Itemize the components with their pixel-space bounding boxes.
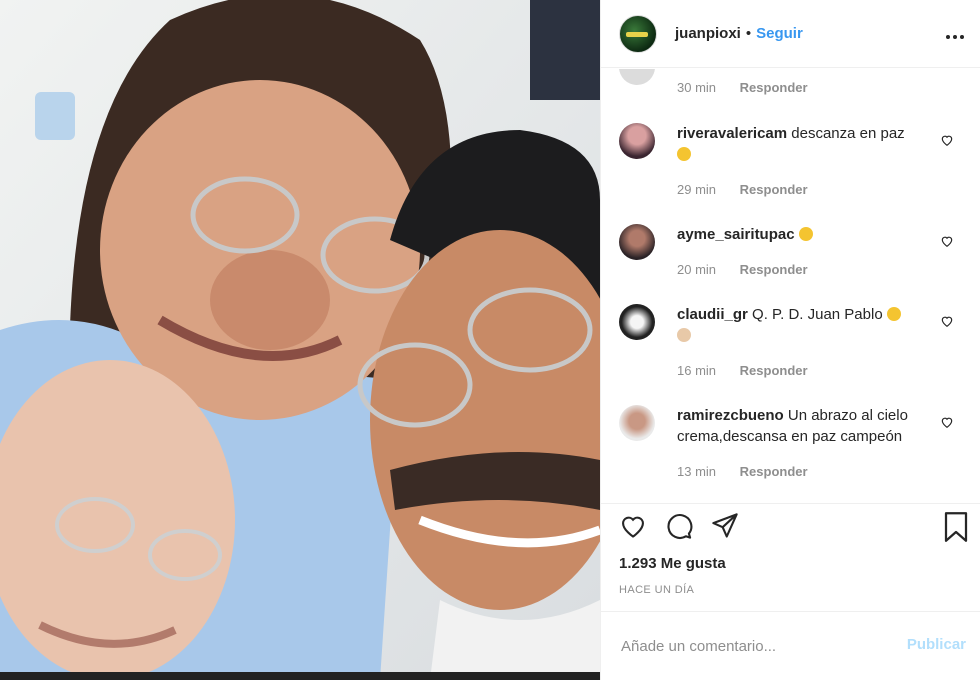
praying-person-icon (677, 328, 691, 342)
like-comment-icon[interactable] (940, 234, 954, 248)
bookmark-icon[interactable] (943, 512, 969, 542)
comment-icon[interactable] (665, 512, 693, 540)
comment-meta: 13 min Responder (677, 461, 922, 482)
reply-button[interactable]: Responder (740, 363, 808, 378)
like-comment-icon[interactable] (940, 314, 954, 328)
comment-time: 29 min (677, 182, 717, 197)
comment-meta: 16 min Responder (677, 360, 922, 381)
author-avatar[interactable] (619, 14, 657, 53)
post-side-panel: juanpioxi • Seguir 30 min Responder rive… (600, 0, 980, 680)
comment-meta: 29 min Responder (677, 179, 922, 200)
comment-time: 30 min (677, 80, 717, 95)
commenter-avatar[interactable] (619, 304, 655, 340)
like-comment-icon[interactable] (940, 415, 954, 429)
heart-icon[interactable] (619, 512, 647, 540)
comment-text: descanza en paz (791, 125, 905, 142)
publish-button[interactable]: Publicar (907, 636, 966, 653)
comment-time: 13 min (677, 464, 717, 479)
commenter-avatar[interactable] (619, 123, 655, 159)
post-photo[interactable] (0, 0, 600, 680)
comment-username[interactable]: riveravalericam (677, 125, 787, 142)
comment-meta: 30 min Responder (677, 77, 922, 98)
comment-meta: 20 min Responder (677, 259, 922, 280)
comment-username[interactable]: claudii_gr (677, 306, 748, 323)
comment-text: Q. P. D. Juan Pablo (752, 306, 883, 323)
more-options-icon[interactable] (946, 22, 964, 45)
comments-list[interactable]: 30 min Responder riveravalericam descanz… (601, 69, 980, 504)
post-header: juanpioxi • Seguir (601, 0, 980, 68)
comment-time: 20 min (677, 262, 717, 277)
post-timestamp: HACE UN DÍA (619, 584, 695, 596)
commenter-avatar[interactable] (619, 405, 655, 441)
comment-username[interactable]: ayme_sairitupac (677, 226, 795, 243)
commenter-avatar[interactable] (619, 69, 655, 85)
commenter-avatar[interactable] (619, 224, 655, 260)
reply-button[interactable]: Responder (740, 182, 808, 197)
family-selfie-image (0, 0, 600, 680)
comment-input[interactable] (619, 632, 893, 660)
sad-face-icon (886, 307, 901, 321)
comment-time: 16 min (677, 363, 717, 378)
reply-button[interactable]: Responder (740, 80, 808, 95)
reply-button[interactable]: Responder (740, 262, 808, 277)
reply-button[interactable]: Responder (740, 464, 808, 479)
separator-dot: • (745, 25, 752, 42)
post-actions (619, 512, 969, 552)
worried-face-icon (798, 227, 813, 241)
frowning-face-icon (677, 147, 691, 161)
likes-count[interactable]: 1.293 Me gusta (619, 555, 726, 572)
comment-username[interactable]: ramirezcbueno (677, 407, 784, 424)
author-username[interactable]: juanpioxi (675, 25, 741, 42)
follow-button[interactable]: Seguir (756, 25, 803, 42)
like-comment-icon[interactable] (940, 133, 954, 147)
add-comment-bar: Publicar (601, 611, 980, 680)
share-icon[interactable] (711, 512, 739, 540)
